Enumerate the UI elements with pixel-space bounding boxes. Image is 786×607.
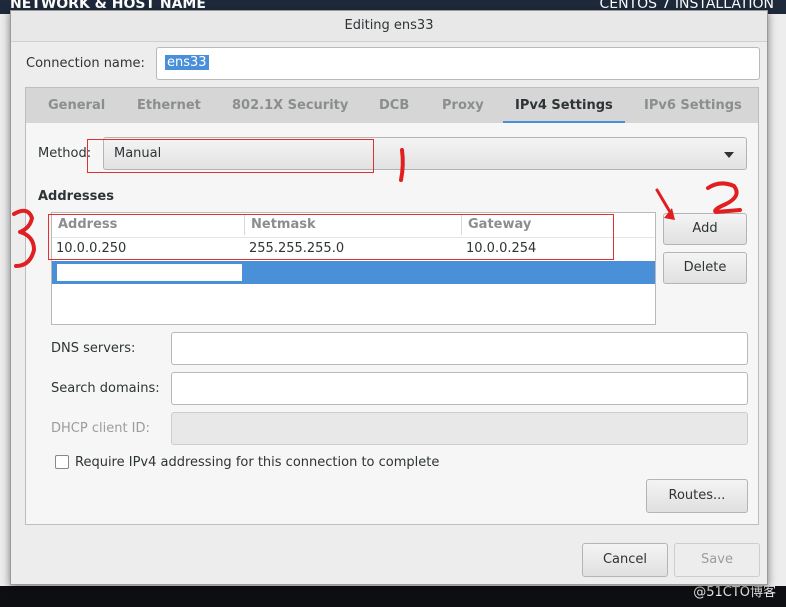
annotation-numeral-one bbox=[399, 148, 405, 182]
annotation-numeral-two bbox=[706, 181, 742, 214]
annotation-numeral-three bbox=[12, 208, 36, 268]
annotation-arrow bbox=[655, 188, 672, 214]
handwritten-annotations bbox=[12, 148, 742, 268]
